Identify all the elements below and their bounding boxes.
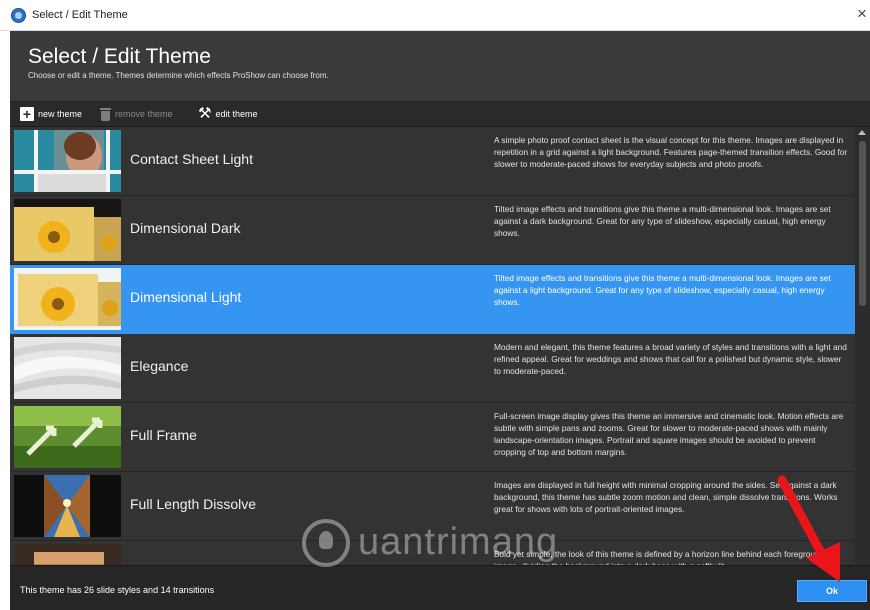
theme-name: Full Length Dissolve — [130, 496, 257, 512]
theme-description: Modern and elegant, this theme features … — [494, 342, 847, 376]
scroll-thumb[interactable] — [859, 141, 866, 306]
theme-name: Contact Sheet Light — [130, 151, 253, 167]
list-item[interactable]: Elegance Modern and elegant, this theme … — [10, 334, 855, 403]
theme-name: Full Frame — [130, 427, 197, 443]
dialog-header: Select / Edit Theme Choose or edit a the… — [10, 31, 870, 102]
plus-icon: + — [20, 107, 34, 121]
app-icon — [11, 8, 26, 23]
list-item[interactable]: Full Frame Full-screen image display giv… — [10, 403, 855, 472]
theme-toolbar: + new theme remove theme ⚒ edit theme — [10, 102, 870, 127]
edit-theme-button[interactable]: ⚒ edit theme — [198, 105, 257, 123]
theme-list: Contact Sheet Light A simple photo proof… — [10, 127, 855, 565]
edit-theme-label: edit theme — [215, 109, 258, 119]
dialog-footer: This theme has 26 slide styles and 14 tr… — [10, 565, 870, 610]
window-titlebar: Select / Edit Theme × — [0, 0, 870, 31]
annotation-arrow-icon — [777, 475, 840, 582]
theme-thumbnail — [14, 199, 121, 261]
theme-name: Elegance — [130, 358, 189, 374]
theme-thumbnail — [14, 475, 121, 537]
trash-icon — [100, 107, 111, 121]
theme-description: Full-screen image display gives this the… — [494, 411, 844, 457]
new-theme-label: new theme — [38, 109, 83, 119]
theme-dialog: Select / Edit Theme Choose or edit a the… — [10, 31, 870, 610]
theme-thumbnail — [14, 130, 121, 192]
theme-description: Tilted image effects and transitions giv… — [494, 273, 831, 307]
page-title: Select / Edit Theme — [28, 45, 211, 68]
theme-name: Dimensional Dark — [130, 220, 241, 236]
list-item[interactable]: Contact Sheet Light A simple photo proof… — [10, 127, 855, 196]
list-item[interactable]: Dimensional Dark Tilted image effects an… — [10, 196, 855, 265]
theme-description: Tilted image effects and transitions giv… — [494, 204, 831, 238]
close-icon[interactable]: × — [854, 4, 870, 24]
tools-icon: ⚒ — [198, 105, 212, 122]
list-item[interactable]: Full Length Dissolve Images are displaye… — [10, 472, 855, 541]
theme-status-text: This theme has 26 slide styles and 14 tr… — [20, 585, 215, 595]
remove-theme-label: remove theme — [115, 109, 173, 119]
list-item[interactable]: Bold yet simple, the look of this theme … — [10, 541, 855, 565]
theme-thumbnail — [14, 268, 121, 330]
theme-description: A simple photo proof contact sheet is th… — [494, 135, 848, 169]
theme-name: Dimensional Light — [130, 289, 242, 305]
list-item-selected[interactable]: Dimensional Light Tilted image effects a… — [10, 265, 855, 334]
theme-thumbnail — [14, 544, 121, 565]
theme-thumbnail — [14, 337, 121, 399]
page-subtitle: Choose or edit a theme. Themes determine… — [28, 71, 329, 80]
theme-thumbnail — [14, 406, 121, 468]
window-title: Select / Edit Theme — [32, 9, 128, 21]
new-theme-button[interactable]: + new theme — [20, 105, 82, 123]
remove-theme-button[interactable]: remove theme — [100, 105, 173, 123]
scroll-up-icon[interactable] — [858, 130, 866, 135]
